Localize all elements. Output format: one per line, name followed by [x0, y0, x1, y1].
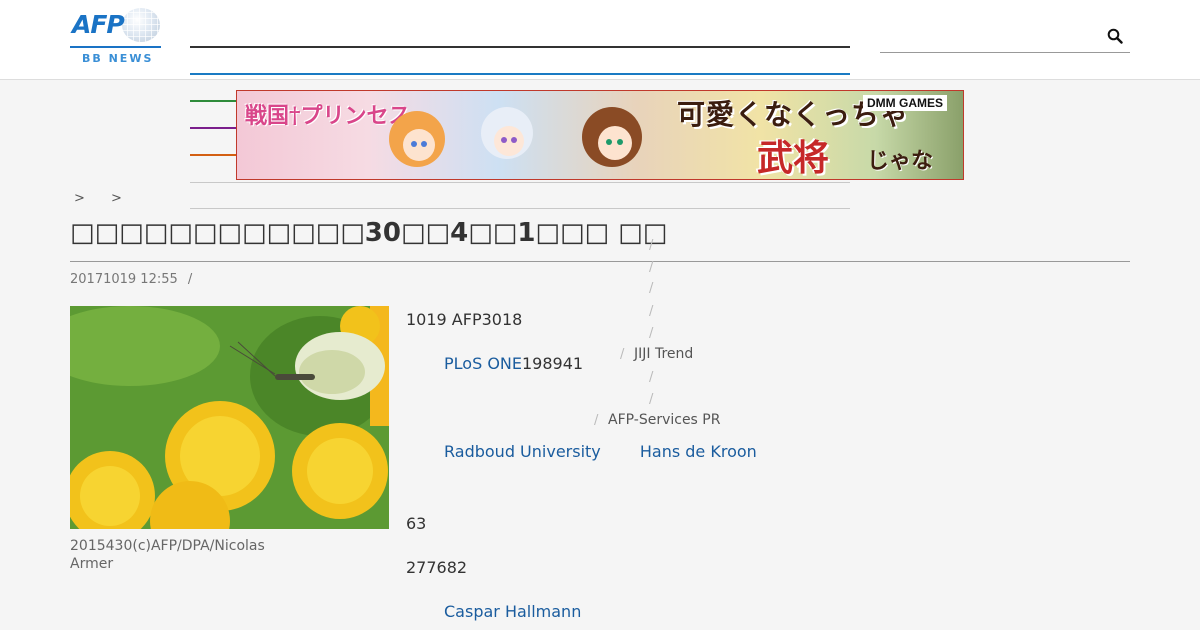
paragraph-5: 277682: [406, 558, 468, 577]
radboud-university-link[interactable]: Radboud University: [444, 442, 601, 461]
game-banner-ad[interactable]: 戦国†プリンセス 可愛くなくっちゃ DMM GAMES 武将 じゃない。: [236, 90, 964, 180]
search-input[interactable]: [880, 22, 1130, 53]
butterfly-dandelion-image: [70, 306, 389, 529]
site-header: AFP BB NEWS: [0, 0, 1200, 80]
sidebar-separator: /: [594, 413, 599, 428]
breadcrumb-divider: [190, 208, 850, 209]
search-icon[interactable]: [1107, 28, 1123, 44]
breadcrumb-separator: >: [74, 191, 85, 206]
article-photo[interactable]: [70, 306, 389, 529]
afp-bb-news-logo[interactable]: AFP BB NEWS: [70, 8, 162, 65]
paragraph-1: 1019 AFP3018: [406, 310, 523, 329]
sidebar-separator: /: [649, 370, 654, 385]
article-meta: 20171019 12:55 /: [70, 272, 192, 287]
article-title: □□□□□□□□□□□□30□□4□□1□□□ □□: [70, 218, 668, 248]
meta-separator: /: [187, 272, 193, 287]
sidebar-separator: /: [649, 260, 654, 275]
hans-de-kroon-link[interactable]: Hans de Kroon: [640, 442, 757, 461]
paragraph-3: Radboud University Hans de Kroon: [444, 442, 757, 461]
title-divider: [70, 261, 1130, 262]
paragraph-6: Caspar Hallmann: [444, 602, 581, 621]
breadcrumb-separator: >: [111, 191, 122, 206]
afp-services-pr-link[interactable]: AFP-Services PR: [608, 412, 720, 428]
photo-caption: 2015430(c)AFP/DPA/Nicolas Armer: [70, 538, 265, 572]
sidebar-separator: /: [649, 281, 654, 296]
sidebar-separator: /: [649, 392, 654, 407]
banner-characters-illustration: [389, 107, 642, 167]
jiji-trend-link[interactable]: JIJI Trend: [634, 346, 693, 362]
nav-divider: [190, 182, 850, 183]
caspar-hallmann-link[interactable]: Caspar Hallmann: [444, 602, 581, 621]
plos-one-link[interactable]: PLoS ONE: [444, 354, 522, 373]
paragraph-4: 63: [406, 514, 427, 533]
sidebar-separator: /: [649, 304, 654, 319]
dmm-games-logo: DMM GAMES: [863, 95, 947, 111]
logo-subtitle: BB NEWS: [82, 52, 154, 65]
sidebar-separator: /: [620, 347, 625, 362]
logo-text: AFP: [72, 10, 125, 39]
sidebar-separator: /: [649, 238, 654, 253]
paragraph-2: PLoS ONE198941: [444, 354, 583, 373]
logo-rule: [70, 46, 161, 48]
header-dark-line: [190, 46, 850, 48]
nav-blue-line: [190, 73, 850, 75]
sidebar-separator: /: [649, 326, 654, 341]
globe-icon: [122, 8, 160, 42]
banner-catchphrase-2: 武将: [757, 137, 830, 179]
paragraph-2-text: 198941: [521, 354, 584, 373]
article-date: 20171019 12:55: [70, 272, 178, 287]
banner-catchphrase-3: じゃない。: [867, 148, 934, 174]
breadcrumb: > >: [74, 191, 144, 206]
